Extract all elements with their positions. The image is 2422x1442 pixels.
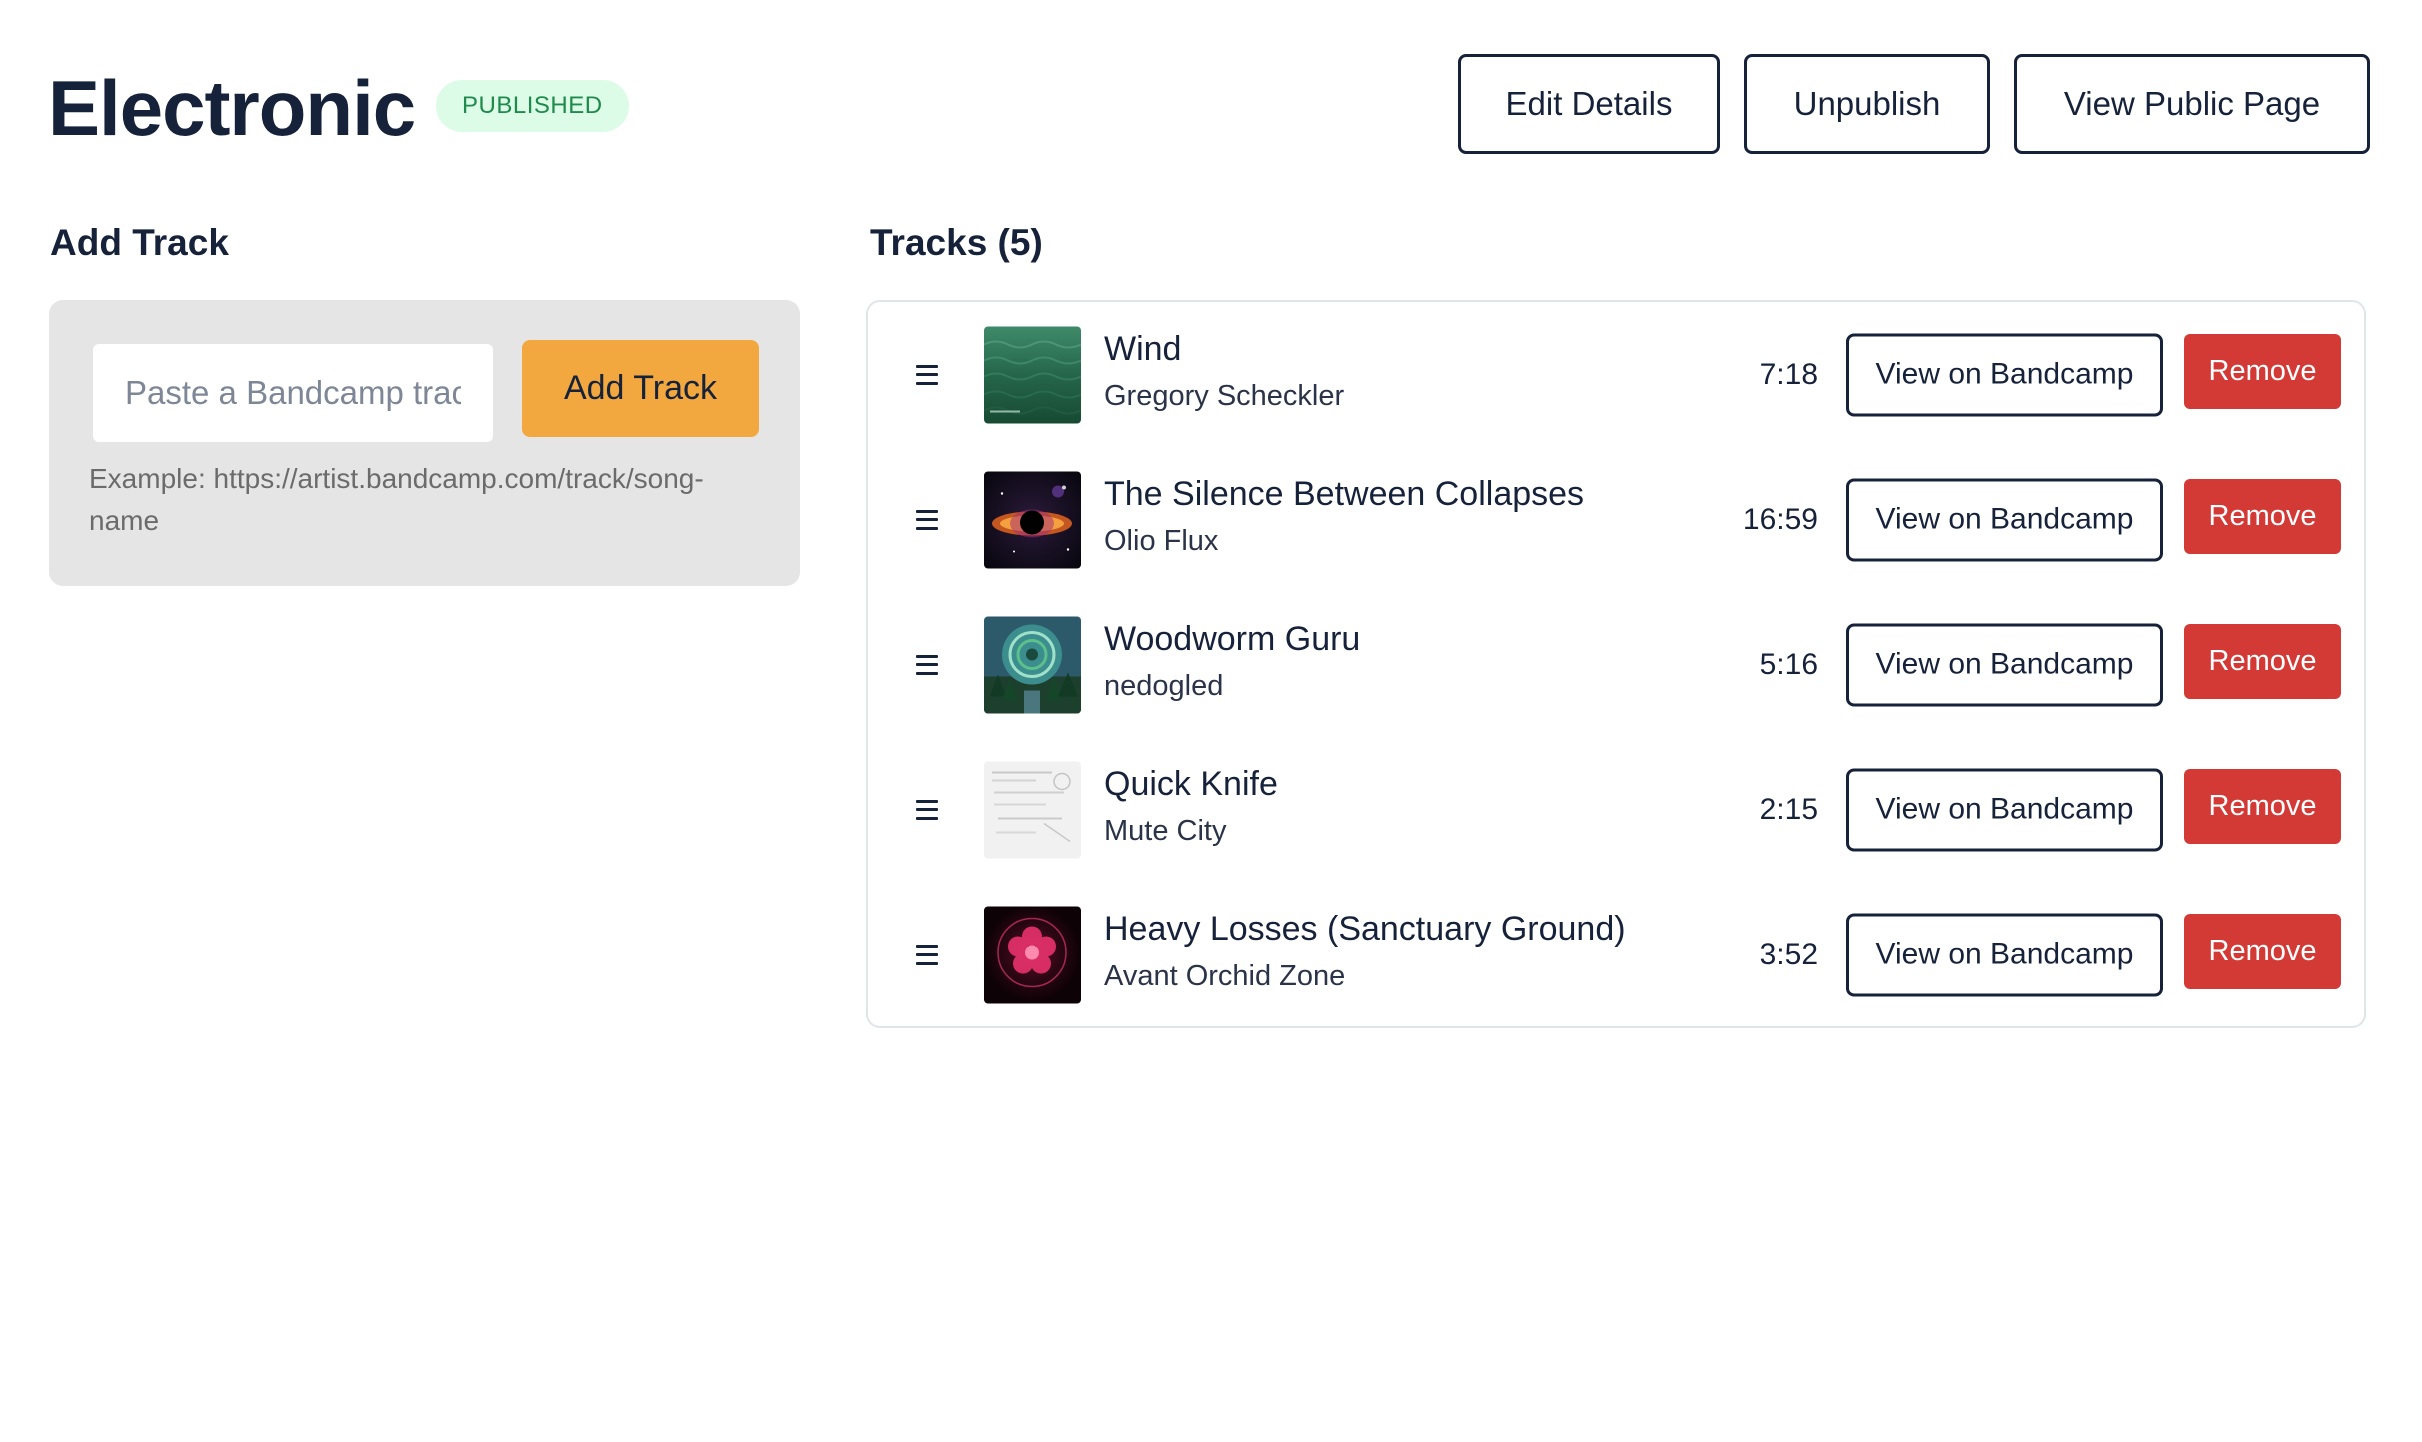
remove-track-button[interactable]: Remove <box>2184 769 2341 844</box>
drag-handle-icon[interactable] <box>916 509 938 530</box>
track-title: Woodworm Guru <box>1104 620 1361 658</box>
track-row: Heavy Losses (Sanctuary Ground) Avant Or… <box>868 882 2364 1027</box>
add-track-heading: Add Track <box>50 222 229 263</box>
add-track-panel: Add Track Example: https://artist.bandca… <box>49 300 800 586</box>
page-title: Electronic <box>48 64 416 152</box>
track-artist: Gregory Scheckler <box>1104 380 1345 412</box>
track-artist: Mute City <box>1104 815 1227 847</box>
pink-neon-flower-art <box>984 906 1081 1003</box>
track-url-input[interactable] <box>93 344 493 442</box>
track-duration: 16:59 <box>1742 502 1818 536</box>
track-title: Heavy Losses (Sanctuary Ground) <box>1104 910 1626 948</box>
sketch-paper-art <box>984 761 1081 858</box>
example-hint: Example: https://artist.bandcamp.com/tra… <box>89 463 704 536</box>
track-artist: Olio Flux <box>1104 525 1219 557</box>
status-badge: PUBLISHED <box>436 80 629 132</box>
black-hole-art <box>984 471 1081 568</box>
tracks-heading: Tracks (5) <box>870 222 1043 263</box>
view-on-bandcamp-button[interactable]: View on Bandcamp <box>1846 623 2163 706</box>
drag-handle-icon[interactable] <box>916 654 938 675</box>
track-title: Quick Knife <box>1104 765 1278 803</box>
view-on-bandcamp-button[interactable]: View on Bandcamp <box>1846 768 2163 851</box>
drag-handle-icon[interactable] <box>916 944 938 965</box>
track-duration: 3:52 <box>1759 937 1818 971</box>
track-duration: 7:18 <box>1759 357 1818 391</box>
track-duration: 5:16 <box>1759 647 1818 681</box>
track-duration: 2:15 <box>1759 792 1818 826</box>
track-row: Quick Knife Mute City 2:15 View on Bandc… <box>868 737 2364 882</box>
track-row: Woodworm Guru nedogled 5:16 View on Band… <box>868 592 2364 737</box>
track-artist: Avant Orchid Zone <box>1104 960 1346 992</box>
track-row: The Silence Between Collapses Olio Flux … <box>868 447 2364 592</box>
track-list: Wind Gregory Scheckler 7:18 View on Band… <box>866 300 2366 1028</box>
remove-track-button[interactable]: Remove <box>2184 334 2341 409</box>
drag-handle-icon[interactable] <box>916 799 938 820</box>
view-on-bandcamp-button[interactable]: View on Bandcamp <box>1846 478 2163 561</box>
forest-vortex-art <box>984 616 1081 713</box>
track-row: Wind Gregory Scheckler 7:18 View on Band… <box>868 302 2364 447</box>
unpublish-button[interactable]: Unpublish <box>1744 54 1990 154</box>
remove-track-button[interactable]: Remove <box>2184 479 2341 554</box>
page: Electronic PUBLISHED Edit Details Unpubl… <box>0 0 2422 1442</box>
drag-handle-icon[interactable] <box>916 364 938 385</box>
track-artist: nedogled <box>1104 670 1224 702</box>
track-title: The Silence Between Collapses <box>1104 475 1585 513</box>
view-on-bandcamp-button[interactable]: View on Bandcamp <box>1846 913 2163 996</box>
track-title: Wind <box>1104 330 1182 368</box>
view-on-bandcamp-button[interactable]: View on Bandcamp <box>1846 333 2163 416</box>
green-sea-art <box>984 326 1081 423</box>
view-public-page-button[interactable]: View Public Page <box>2014 54 2370 154</box>
header-actions: Edit Details Unpublish View Public Page <box>1458 54 2370 154</box>
remove-track-button[interactable]: Remove <box>2184 914 2341 989</box>
edit-details-button[interactable]: Edit Details <box>1458 54 1720 154</box>
remove-track-button[interactable]: Remove <box>2184 624 2341 699</box>
add-track-button[interactable]: Add Track <box>522 340 759 437</box>
